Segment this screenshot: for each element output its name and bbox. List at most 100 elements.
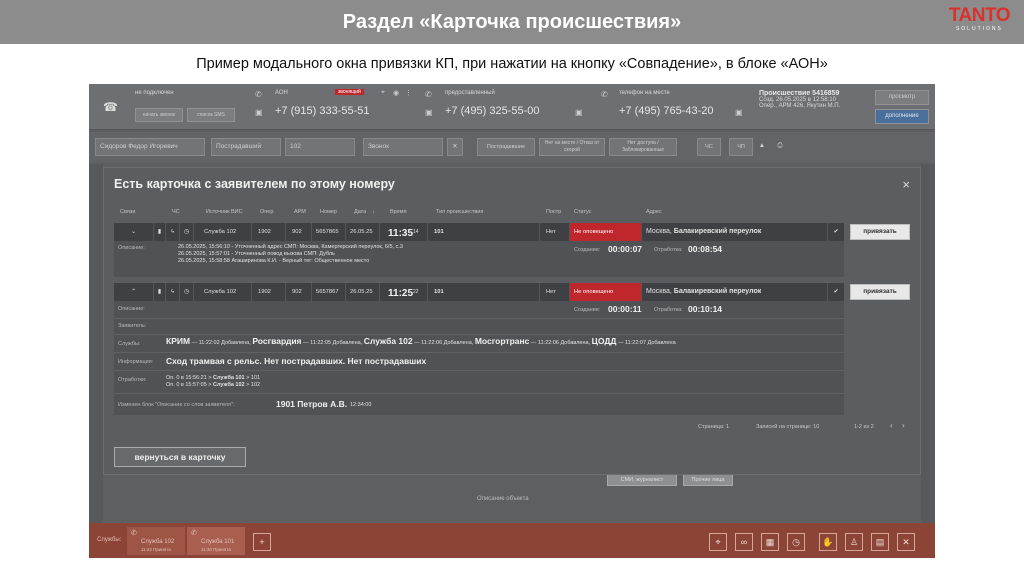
chat-icon[interactable]: ▣ [425,108,433,117]
chat-icon[interactable]: ▣ [735,108,743,117]
row-victims: Нет [540,223,570,241]
incident-info: Происшествие 5416859 Созд. 26.05.2025 в … [759,90,869,124]
warning-icon[interactable]: ▲ [755,138,769,156]
no-phone-icon[interactable]: ✕ [447,138,463,156]
services-list: КРИМ — 11:22:02 Добавлена, Росгвардия — … [166,336,676,347]
site-phone-number[interactable]: +7 (495) 765-43-20 [619,105,713,117]
bind-button[interactable]: привязать [850,224,910,240]
col-time: Время [390,209,407,215]
row-time: 11:25 [388,287,414,299]
service-name: Служба 102 [363,336,413,346]
applicant-label: Заявитель: [118,323,147,329]
service-tab[interactable]: ✆ Служба 101 11:30 Принята [187,527,245,555]
description-line: 26.05.2025, 15:58:58 Агаширинова К.И. - … [178,258,370,264]
work-label: Отработки: [118,377,147,383]
check-icon: ✔ [833,229,839,235]
info-label: Информация: [118,359,154,365]
work-entry: Оп. 0 в 15:57:05 > [166,382,212,388]
back-to-card-button[interactable]: вернуться в карточку [114,447,246,467]
site-phone-block: ✆ телефон на месте +7 (495) 765-43-20 ▣ [595,90,755,124]
lightning-icon: ϟ [166,223,180,241]
marker-icon[interactable]: ◉ [393,89,399,97]
aon-number[interactable]: +7 (915) 333-55-51 [275,105,369,117]
chat-icon[interactable]: ▣ [575,108,583,117]
service-tab-name: Служба 101 [201,539,235,545]
calendar-icon[interactable]: ▦ [761,533,779,551]
row-time-seconds: 14 [413,229,419,235]
menu-icon[interactable]: ⋮ [405,89,412,97]
line-status: не подключен начать звонок список SMS [135,90,245,124]
table-row[interactable]: ⌃ ▮ ϟ ◷ Служба 102 1902 902 5657867 26.0… [114,283,844,301]
created-time: 00:00:07 [608,244,643,254]
slide-title: Раздел «Карточка происшествия» [342,11,682,33]
message-icon[interactable]: ▤ [871,533,889,551]
table-row[interactable]: ⌄ ▮ ϟ ◷ Служба 102 1902 902 5657865 26.0… [114,223,844,241]
absent-button[interactable]: Нет на месте / Отказ от скорой [539,138,605,156]
hand-icon[interactable]: ✋ [819,533,837,551]
row-oper: 1902 [252,223,286,241]
emergency-tag[interactable]: ЧС [697,138,721,156]
col-number: Номер [320,209,337,215]
person-icon[interactable]: ♙ [845,533,863,551]
sms-list-button[interactable]: список SMS [187,108,235,122]
services-bar-label: Службы: [97,537,122,543]
close-icon[interactable]: × [902,177,910,192]
row-time-seconds: 22 [413,289,419,295]
bookmark-icon[interactable]: ▮ [154,283,166,301]
close-card-icon[interactable]: ✕ [897,533,915,551]
row-detail-expanded: Описание: Создание: 00:00:11 Отработка: … [114,301,844,415]
applicant-name-field[interactable]: Сидоров Федор Игоревич [95,138,205,156]
bookmark-icon[interactable]: ▮ [154,223,166,241]
victims-button[interactable]: Пострадавшие [477,138,535,156]
chevron-up-icon[interactable]: ⌃ [114,283,154,301]
service-tab[interactable]: ✆ Служба 102 11:22 Принята [127,527,185,555]
phone-small-icon: ✆ [191,530,197,537]
per-page-select[interactable]: Записей на странице: 10 [756,424,819,430]
location-icon[interactable]: ⌖ [381,89,385,97]
clock-icon[interactable]: ◷ [787,533,805,551]
addition-button[interactable]: дополнение [875,109,929,124]
table-header: Связи ЧС Источник ВИС Опер АРМ Номер Дат… [114,204,844,220]
row-detail: Описание: 26.05.2025, 15:56:10 - Уточнен… [114,241,844,277]
row-source: Служба 102 [194,283,252,301]
next-page-icon[interactable]: › [902,421,905,430]
col-date[interactable]: Дата [354,209,366,215]
other-persons-button[interactable]: Прочие лица [683,474,733,486]
call-type-select[interactable]: Звонок [363,138,443,156]
col-source: Источник ВИС [206,209,243,215]
incident-tag[interactable]: ЧП [729,138,753,156]
app-window: ☎ не подключен начать звонок список SMS … [89,84,935,558]
phone-small-icon: ✆ [425,90,432,99]
service-note: — 11:22:07 Добавлена [618,340,676,346]
sort-down-icon[interactable]: ↓ [372,209,375,215]
work-list: Оп. 0 в 15:56:21 > Служба 101 > 101 Оп. … [166,375,260,389]
prev-page-icon[interactable]: ‹ [890,421,893,430]
changed-time: 12:34:00 [350,402,372,408]
view-button[interactable]: просмотр [875,90,929,105]
print-icon[interactable]: ⎙ [773,138,787,156]
work-code: > 101 [246,375,261,381]
role-select[interactable]: Пострадавший [211,138,281,156]
link-icon[interactable]: ∞ [735,533,753,551]
chevron-down-icon[interactable]: ⌄ [114,223,154,241]
service-select[interactable]: 102 [285,138,355,156]
col-type: Тип происшествия [436,209,484,215]
aon-block: ✆ АОН звонящий ⌖ ◉ ⋮ +7 (915) 333-55-51 … [255,89,425,124]
chat-icon[interactable]: ▣ [255,108,263,117]
row-source: Служба 102 [194,223,252,241]
phone-icon[interactable]: ☎ [95,90,125,124]
changed-block-label: Изменен блок "Описание со слов заявителя… [118,402,235,408]
provided-number[interactable]: +7 (495) 325-55-00 [445,105,539,117]
blocked-button[interactable]: Нет доступа / Заблокированные [609,138,677,156]
applicant-row: Сидоров Федор Игоревич Пострадавший 102 … [89,132,935,162]
start-call-button[interactable]: начать звонок [135,108,183,122]
bind-button[interactable]: привязать [850,284,910,300]
match-modal: Есть карточка с заявителем по этому номе… [103,167,921,475]
map-pin-icon[interactable]: ⌖ [709,533,727,551]
description-text: 26.05.2025, 15:56:10 - Уточненный адрес … [178,244,403,265]
row-number: 5657867 [312,283,346,301]
work-service: Служба 101 [213,375,245,381]
press-button[interactable]: СМИ, журналист [607,474,677,486]
add-service-button[interactable]: + [253,533,271,551]
page-indicator[interactable]: Страница: 1 [698,424,729,430]
